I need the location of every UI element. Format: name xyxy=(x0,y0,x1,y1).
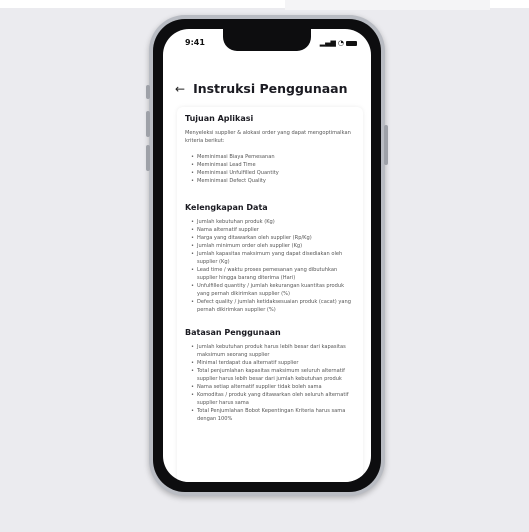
list-item: Jumlah kebutuhan produk (Kg) xyxy=(191,218,355,226)
app-header: ← Instruksi Penggunaan xyxy=(175,81,347,96)
list-item: Total Penjumlahan Bobot Kepentingan Krit… xyxy=(191,407,355,423)
camera-notch xyxy=(223,29,311,51)
list-item: Komoditas / produk yang ditawarkan oleh … xyxy=(191,391,355,407)
data-requirements-list: Jumlah kebutuhan produk (Kg) Nama altern… xyxy=(185,218,355,314)
list-item: Meminimasi Lead Time xyxy=(191,161,355,169)
list-item: Meminimasi Unfulfilled Quantity xyxy=(191,169,355,177)
list-item: Jumlah kapasitas maksimum yang dapat dis… xyxy=(191,250,355,266)
section-title: Kelengkapan Data xyxy=(185,203,268,212)
page-top-strip-accent xyxy=(285,0,490,10)
list-item: Nama alternatif supplier xyxy=(191,226,355,234)
list-item: Unfulfilled quantity / jumlah kekurangan… xyxy=(191,282,355,298)
instructions-card[interactable]: Tujuan Aplikasi Menyeleksi supplier & al… xyxy=(177,107,363,482)
list-item: Total penjumlahan kapasitas maksimum sel… xyxy=(191,367,355,383)
section-tujuan-aplikasi: Tujuan Aplikasi Menyeleksi supplier & al… xyxy=(185,114,355,185)
back-arrow-icon[interactable]: ← xyxy=(175,82,185,96)
list-item: Meminimasi Defect Quality xyxy=(191,177,355,185)
section-batasan-penggunaan: Batasan Penggunaan Jumlah kebutuhan prod… xyxy=(185,328,355,423)
wifi-icon: ◔ xyxy=(337,39,344,47)
list-item: Lead time / waktu proses pemesanan yang … xyxy=(191,266,355,282)
mute-switch xyxy=(146,85,150,99)
section-paragraph: Menyeleksi supplier & alokasi order yang… xyxy=(185,130,351,144)
signal-icon: ▂▄▆ xyxy=(319,39,336,47)
phone-screen: 9:41 ▂▄▆ ◔ ← Instruksi Penggunaan Tujuan… xyxy=(163,29,371,482)
section-title: Tujuan Aplikasi xyxy=(185,114,254,123)
power-button xyxy=(384,125,388,165)
status-icons: ▂▄▆ ◔ xyxy=(320,39,357,47)
section-kelengkapan-data: Kelengkapan Data Jumlah kebutuhan produk… xyxy=(185,203,355,314)
list-item: Meminimasi Biaya Pemesanan xyxy=(191,153,355,161)
list-item: Jumlah kebutuhan produk harus lebih besa… xyxy=(191,343,355,359)
list-item: Nama setiap alternatif supplier tidak bo… xyxy=(191,383,355,391)
status-time: 9:41 xyxy=(185,38,205,47)
list-item: Harga yang ditawarkan oleh supplier (Rp/… xyxy=(191,234,355,242)
phone-bezel: 9:41 ▂▄▆ ◔ ← Instruksi Penggunaan Tujuan… xyxy=(153,19,381,492)
page-title: Instruksi Penggunaan xyxy=(193,81,348,96)
phone-frame: 9:41 ▂▄▆ ◔ ← Instruksi Penggunaan Tujuan… xyxy=(146,15,388,496)
list-item: Defect quality / jumlah ketidaksesuaian … xyxy=(191,298,355,314)
section-title: Batasan Penggunaan xyxy=(185,328,281,337)
list-item: Jumlah minimum order oleh supplier (Kg) xyxy=(191,242,355,250)
battery-icon xyxy=(346,40,357,46)
volume-down-button xyxy=(146,145,150,171)
list-item: Minimal terdapat dua alternatif supplier xyxy=(191,359,355,367)
usage-limits-list: Jumlah kebutuhan produk harus lebih besa… xyxy=(185,343,355,423)
criteria-list: Meminimasi Biaya Pemesanan Meminimasi Le… xyxy=(185,153,355,185)
volume-up-button xyxy=(146,111,150,137)
